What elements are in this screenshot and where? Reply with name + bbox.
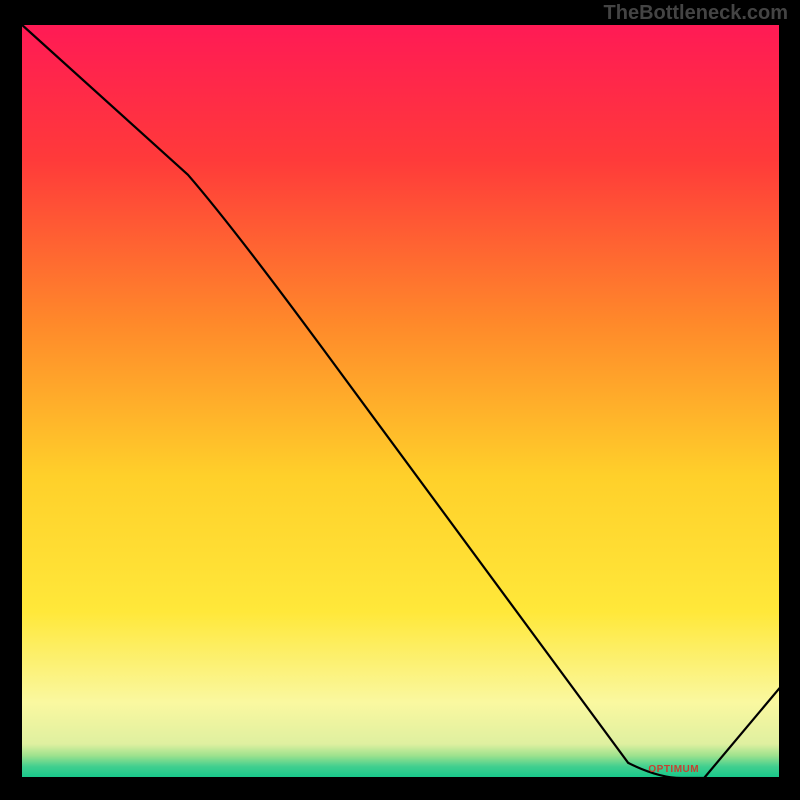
chart-stage: TheBottleneck.com OPTIMUM bbox=[0, 0, 800, 800]
watermark-text: TheBottleneck.com bbox=[604, 2, 788, 25]
chart-svg bbox=[0, 0, 800, 800]
plot-background bbox=[21, 24, 780, 778]
x-axis-marker-label: OPTIMUM bbox=[614, 764, 734, 775]
